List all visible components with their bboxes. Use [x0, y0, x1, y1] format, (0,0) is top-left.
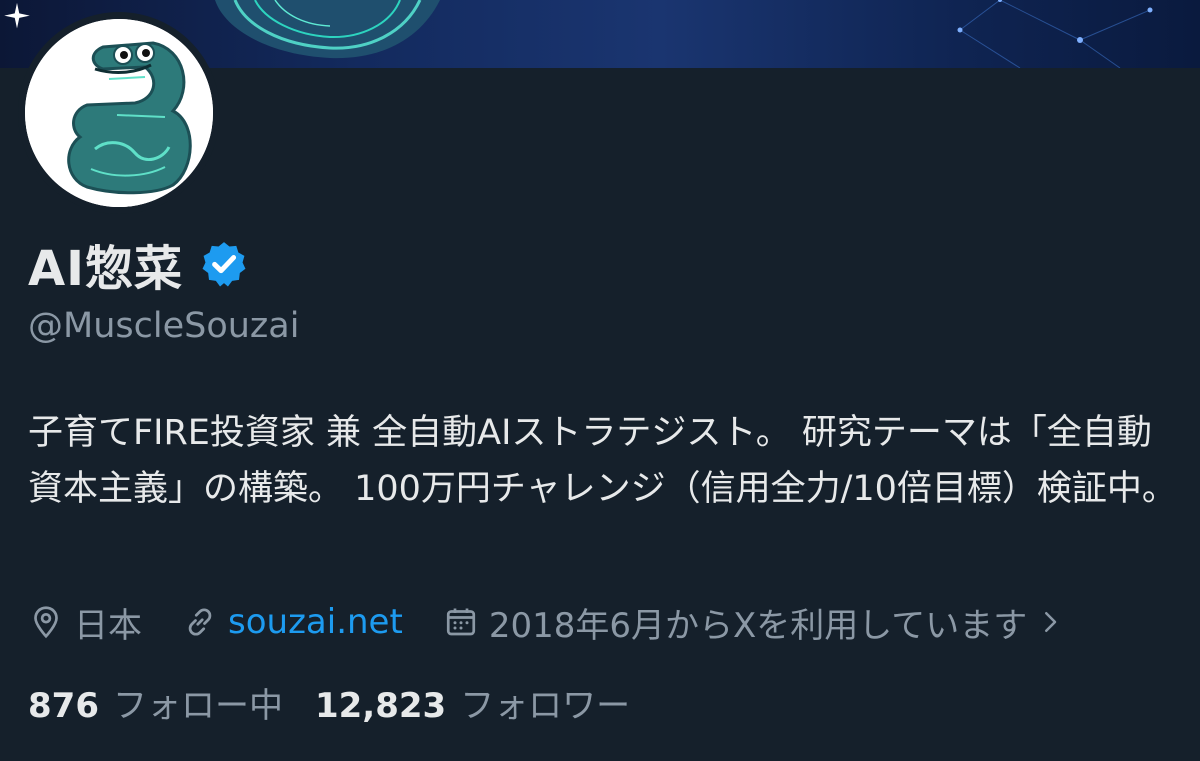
followers-count: 12,823: [314, 685, 447, 726]
verified-badge-icon[interactable]: [199, 239, 249, 289]
username-handle: @MuscleSouzai: [28, 306, 300, 346]
follow-stats: 876 フォロー中 12,823 フォロワー: [28, 676, 662, 728]
link-icon: [188, 608, 212, 636]
display-name: AI惣菜: [28, 241, 184, 297]
avatar-frame: [18, 12, 220, 214]
name-row: AI惣菜: [28, 232, 249, 297]
followers-stat[interactable]: 12,823 フォロワー: [315, 678, 630, 727]
location-item: 日本: [28, 598, 142, 647]
bio-text: 子育てFIRE投資家 兼 全自動AIストラテジスト。 研究テーマは「全自動資本主…: [28, 413, 1177, 509]
profile-meta: 日本 souzai.net 2018年6月からXを利用しています: [28, 596, 1105, 648]
joined-text: 2018年6月からXを利用しています: [488, 605, 1028, 646]
website-item[interactable]: souzai.net: [182, 602, 403, 642]
avatar-illustration: [25, 19, 213, 207]
calendar-icon: [446, 608, 475, 636]
joined-item[interactable]: 2018年6月からXを利用しています: [443, 598, 1065, 647]
following-count: 876: [28, 685, 99, 726]
avatar[interactable]: [25, 19, 213, 207]
sparkle-icon[interactable]: [0, 0, 34, 34]
location-text: 日本: [74, 605, 142, 646]
website-link[interactable]: souzai.net: [228, 602, 403, 642]
followers-label: フォロワー: [460, 685, 631, 726]
location-pin-icon: [34, 606, 58, 639]
chevron-right-icon[interactable]: [1035, 604, 1065, 640]
following-stat[interactable]: 876 フォロー中: [28, 678, 283, 727]
following-label: フォロー中: [112, 685, 283, 726]
